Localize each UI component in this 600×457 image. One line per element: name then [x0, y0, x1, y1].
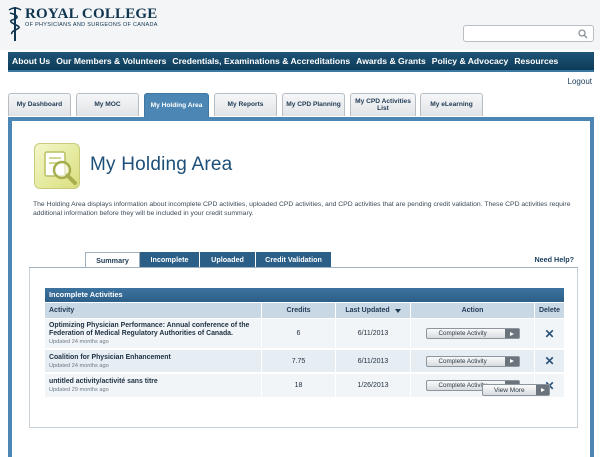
action-cell: Complete Activity	[411, 319, 535, 348]
complete-activity-button[interactable]: Complete Activity	[425, 355, 520, 367]
activity-name[interactable]: Optimizing Physician Performance: Annual…	[49, 322, 261, 338]
last-updated-cell: 6/11/2013	[336, 350, 411, 372]
arrow-right-icon	[504, 329, 519, 338]
action-cell: Complete Activity	[411, 350, 535, 372]
nav-policy-advocacy[interactable]: Policy & Advocacy	[432, 56, 509, 66]
arrow-right-icon	[504, 356, 519, 366]
delete-cell: ✕	[535, 350, 564, 372]
logo-title: ROYAL COLLEGE	[25, 6, 158, 22]
nav-resources[interactable]: Resources	[514, 56, 558, 66]
delete-icon[interactable]: ✕	[544, 328, 554, 340]
tab-my-cpd-activities-list[interactable]: My CPD Activities List	[350, 93, 416, 116]
table-header: Activity Credits Last Updated Action Del…	[45, 303, 564, 318]
site-header: ROYAL COLLEGE OF PHYSICIANS AND SURGEONS…	[0, 0, 600, 50]
delete-cell: ✕	[535, 319, 564, 348]
col-credits: Credits	[262, 303, 336, 318]
table-row: Coalition for Physician Enhancement Upda…	[45, 350, 564, 373]
view-more-label: View More	[494, 386, 525, 394]
subtab-uploaded[interactable]: Uploaded	[200, 252, 256, 267]
table-title: Incomplete Activities	[45, 288, 564, 302]
incomplete-activities-box: Incomplete Activities Activity Credits L…	[29, 268, 578, 428]
credits-cell: 7.75	[262, 350, 336, 372]
subtab-incomplete[interactable]: Incomplete	[140, 252, 200, 267]
caduceus-icon	[8, 7, 22, 41]
magnifier-document-icon	[34, 143, 80, 189]
nav-members-volunteers[interactable]: Our Members & Volunteers	[56, 56, 166, 66]
activity-name[interactable]: untitled activity/activité sans titre	[49, 378, 158, 386]
nav-credentials[interactable]: Credentials, Examinations & Accreditatio…	[172, 56, 350, 66]
complete-activity-label: Complete Activity	[438, 357, 487, 365]
credits-cell: 6	[262, 319, 336, 348]
activity-updated: Updated 24 months ago	[49, 362, 109, 369]
summary-subtabs: Summary Incomplete Uploaded Credit Valid…	[85, 252, 332, 267]
arrow-right-icon	[536, 385, 549, 395]
activity-name[interactable]: Coalition for Physician Enhancement	[49, 354, 171, 362]
logout-link[interactable]: Logout	[568, 77, 592, 86]
page-title: My Holding Area	[90, 154, 233, 175]
search-input[interactable]	[463, 25, 594, 42]
page-intro: The Holding Area displays information ab…	[33, 201, 571, 217]
col-last-updated[interactable]: Last Updated	[336, 303, 411, 318]
tab-my-dashboard[interactable]: My Dashboard	[8, 93, 71, 116]
subtab-credit-validation[interactable]: Credit Validation	[256, 252, 332, 267]
nav-awards-grants[interactable]: Awards & Grants	[356, 56, 426, 66]
last-updated-cell: 6/11/2013	[336, 319, 411, 348]
col-action: Action	[411, 303, 535, 318]
sort-desc-icon	[394, 308, 401, 313]
view-more-button[interactable]: View More	[482, 384, 550, 396]
activity-cell: untitled activity/activité sans titre Up…	[45, 374, 262, 397]
tab-my-elearning[interactable]: My eLearning	[420, 93, 483, 116]
activity-cell: Optimizing Physician Performance: Annual…	[45, 319, 262, 348]
activity-updated: Updated 29 months ago	[49, 387, 109, 393]
last-updated-cell: 1/26/2013	[336, 374, 411, 397]
delete-icon[interactable]: ✕	[544, 355, 554, 367]
subtab-summary[interactable]: Summary	[85, 252, 140, 267]
logo-subtitle: OF PHYSICIANS AND SURGEONS OF CANADA	[25, 22, 158, 28]
tab-my-holding-area[interactable]: My Holding Area	[144, 93, 209, 118]
complete-activity-button[interactable]: Complete Activity	[425, 328, 520, 339]
col-last-updated-label: Last Updated	[345, 307, 390, 314]
col-delete: Delete	[535, 303, 564, 318]
holding-area-panel: My Holding Area The Holding Area display…	[8, 117, 594, 457]
complete-activity-label: Complete Activity	[438, 330, 487, 337]
search-icon[interactable]	[578, 29, 588, 39]
tab-my-reports[interactable]: My Reports	[214, 93, 277, 116]
tab-my-cpd-planning[interactable]: My CPD Planning	[282, 93, 345, 116]
tab-my-moc[interactable]: My MOC	[76, 93, 139, 116]
col-activity: Activity	[45, 303, 262, 318]
main-nav: About Us Our Members & Volunteers Creden…	[8, 52, 594, 72]
nav-about-us[interactable]: About Us	[12, 56, 50, 66]
complete-activity-label: Complete Activity	[438, 382, 487, 389]
need-help-link[interactable]: Need Help?	[534, 255, 574, 264]
site-logo[interactable]: ROYAL COLLEGE OF PHYSICIANS AND SURGEONS…	[8, 6, 158, 42]
activity-cell: Coalition for Physician Enhancement Upda…	[45, 350, 262, 372]
table-row: Optimizing Physician Performance: Annual…	[45, 319, 564, 349]
activity-updated: Updated 24 months ago	[49, 339, 109, 345]
credits-cell: 18	[262, 374, 336, 397]
